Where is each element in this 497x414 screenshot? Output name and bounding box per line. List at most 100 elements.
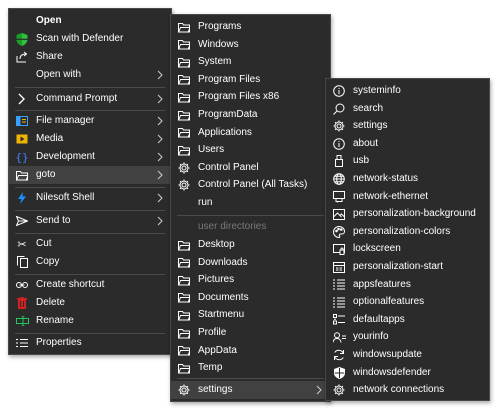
menu-item-search[interactable]: search [326, 100, 489, 118]
menu-item-control-panel-all-tasks[interactable]: Control Panel (All Tasks) [171, 176, 330, 194]
menu-item-windows[interactable]: Windows [171, 36, 330, 54]
menu-item-scan-with-defender[interactable]: Scan with Defender [9, 30, 171, 48]
menu-item-open[interactable]: Open [9, 12, 171, 30]
menu-item-usb[interactable]: usb [326, 152, 489, 170]
folder-icon [176, 254, 192, 272]
menu-item-lockscreen[interactable]: lockscreen [326, 240, 489, 258]
properties-icon [14, 334, 30, 352]
menu-item-appdata[interactable]: AppData [171, 342, 330, 360]
menu-item-systeminfo[interactable]: systeminfo [326, 82, 489, 100]
menu-item-temp[interactable]: Temp [171, 359, 330, 377]
menu-item-programs[interactable]: Programs [171, 18, 330, 36]
menu-item-rename[interactable]: Rename [9, 312, 171, 330]
menu-item-windowsdefender[interactable]: windowsdefender [326, 364, 489, 382]
menu-item-appsfeatures[interactable]: appsfeatures [326, 276, 489, 294]
menu-item-startmenu[interactable]: Startmenu [171, 306, 330, 324]
menu-item-development[interactable]: {} Development [9, 148, 171, 166]
menu-item-program-files[interactable]: Program Files [171, 71, 330, 89]
folder-icon [176, 53, 192, 71]
menu-item-label: Rename [36, 315, 74, 326]
menu-item-network-status[interactable]: network-status [326, 170, 489, 188]
menu-item-system[interactable]: System [171, 53, 330, 71]
menu-item-label: personalization-background [353, 208, 476, 220]
menu-item-label: personalization-start [353, 261, 444, 272]
menu-item-properties[interactable]: Properties [9, 334, 171, 352]
menu-item-network-ethernet[interactable]: network-ethernet [326, 188, 489, 206]
file-manager-icon [14, 112, 30, 130]
gear-icon [176, 159, 192, 177]
menu-item-copy[interactable]: Copy [9, 253, 171, 271]
menu-item-settings[interactable]: settings [171, 381, 330, 399]
menu-item-send-to[interactable]: Send to [9, 212, 171, 230]
menu-separator [15, 110, 165, 111]
menu-item-label: network-status [353, 173, 419, 184]
menu-item-users[interactable]: Users [171, 141, 330, 159]
menu-item-defaultapps[interactable]: defaultapps [326, 311, 489, 329]
menu-item-label: Command Prompt [36, 93, 118, 104]
list-icon [331, 293, 347, 311]
menu-item-label: lockscreen [353, 243, 401, 255]
copy-icon [14, 253, 30, 271]
chevron-right-icon [14, 90, 30, 108]
menu-item-label: systeminfo [353, 85, 401, 96]
menu-item-label: appsfeatures [353, 278, 411, 290]
search-icon [331, 100, 347, 118]
gear-icon [331, 117, 347, 135]
scissors-icon: ✂ [17, 238, 27, 251]
menu-item-applications[interactable]: Applications [171, 124, 330, 142]
menu-item-label: Development [36, 151, 95, 162]
chevron-right-icon [157, 170, 163, 180]
menu-item-label: run [198, 197, 213, 208]
menu-item-file-manager[interactable]: File manager [9, 112, 171, 130]
menu-item-run[interactable]: run [171, 194, 330, 212]
menu-item-personalization-start[interactable]: personalization-start [326, 258, 489, 276]
braces-icon: {} [15, 150, 29, 164]
start-icon [331, 258, 347, 276]
menu-item-open-with[interactable]: Open with [9, 66, 171, 84]
send-icon [14, 212, 30, 230]
gear-icon [331, 381, 347, 399]
menu-item-personalization-colors[interactable]: personalization-colors [326, 223, 489, 241]
menu-item-documents[interactable]: Documents [171, 289, 330, 307]
menu-item-label: Downloads [198, 256, 248, 268]
menu-item-yourinfo[interactable]: yourinfo [326, 328, 489, 346]
menu-item-windowsupdate[interactable]: windowsupdate [326, 346, 489, 364]
menu-item-label: System [198, 56, 232, 68]
menu-item-nilesoft-shell[interactable]: Nilesoft Shell [9, 189, 171, 207]
menu-item-optionalfeatures[interactable]: optionalfeatures [326, 293, 489, 311]
menu-separator [15, 274, 165, 275]
menu-item-control-panel[interactable]: Control Panel [171, 159, 330, 177]
menu-item-profile[interactable]: Profile [171, 324, 330, 342]
menu-item-pictures[interactable]: Pictures [171, 271, 330, 289]
menu-item-personalization-background[interactable]: personalization-background [326, 205, 489, 223]
menu-item-label: Programs [198, 21, 242, 32]
menu-item-label: windowsdefender [353, 366, 431, 378]
chevron-right-icon [157, 94, 163, 104]
menu-item-delete[interactable]: Delete [9, 294, 171, 312]
menu-item-media[interactable]: Media [9, 130, 171, 148]
menu-item-cut[interactable]: ✂ Cut [9, 235, 171, 253]
lockscreen-icon [331, 240, 347, 258]
menu-item-settings[interactable]: settings [326, 117, 489, 135]
defender-shield-icon [14, 30, 30, 48]
folder-icon [176, 18, 192, 36]
menu-item-share[interactable]: Share [9, 48, 171, 66]
main-context-menu: Open Scan with Defender Share Open with … [8, 8, 172, 355]
menu-item-create-shortcut[interactable]: Create shortcut [9, 276, 171, 294]
usb-icon [331, 152, 347, 170]
menu-item-label: network connections [353, 384, 445, 396]
menu-item-label: AppData [198, 344, 237, 356]
menu-item-label: optionalfeatures [353, 296, 425, 308]
menu-item-label: Users [198, 144, 225, 156]
menu-item-command-prompt[interactable]: Command Prompt [9, 90, 171, 108]
menu-item-programdata[interactable]: ProgramData [171, 106, 330, 124]
menu-item-label: Program Files x86 [198, 91, 280, 103]
menu-item-network-connections[interactable]: network connections [326, 381, 489, 399]
menu-item-label: Create shortcut [36, 279, 105, 290]
menu-item-downloads[interactable]: Downloads [171, 254, 330, 272]
menu-item-about[interactable]: about [326, 135, 489, 153]
menu-item-desktop[interactable]: Desktop [171, 236, 330, 254]
menu-item-label: Copy [36, 256, 60, 267]
menu-item-goto[interactable]: goto [9, 166, 171, 184]
menu-item-program-files-x86[interactable]: Program Files x86 [171, 88, 330, 106]
